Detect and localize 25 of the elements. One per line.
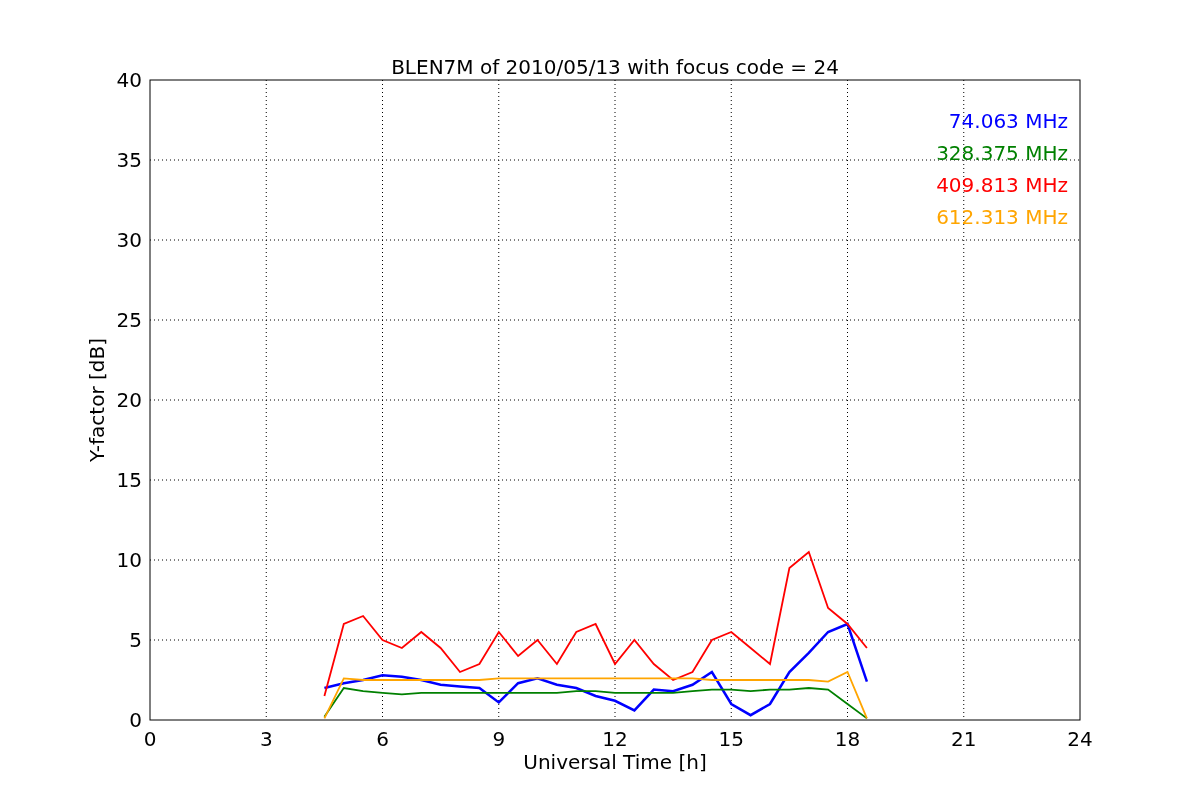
tick-label: 20: [116, 388, 142, 412]
tick-label: 10: [116, 548, 142, 572]
axis-label: Universal Time [h]: [523, 750, 707, 774]
tick-label: 6: [376, 727, 389, 751]
legend-label: 74.063 MHz: [948, 109, 1068, 133]
legend-label: 409.813 MHz: [936, 173, 1068, 197]
tick-label: 9: [492, 727, 506, 751]
tick-label: 5: [129, 628, 142, 652]
tick-label: 30: [116, 228, 142, 252]
chart-title: BLEN7M of 2010/05/13 with focus code = 24: [391, 55, 839, 79]
tick-label: 40: [116, 68, 142, 92]
tick-label: 0: [129, 708, 142, 732]
tick-label: 15: [718, 727, 744, 751]
legend-label: 612.313 MHz: [936, 205, 1068, 229]
tick-label: 24: [1067, 727, 1093, 751]
tick-label: 15: [116, 468, 142, 492]
tick-label: 12: [602, 727, 628, 751]
axis-label: Y-factor [dB]: [85, 338, 109, 462]
tick-label: 25: [116, 308, 142, 332]
tick-label: 0: [143, 727, 157, 751]
tick-label: 18: [834, 727, 861, 751]
tick-label: 3: [259, 727, 273, 751]
tick-label: 35: [116, 148, 142, 172]
tick-label: 21: [951, 727, 977, 751]
legend-label: 328.375 MHz: [936, 141, 1068, 165]
